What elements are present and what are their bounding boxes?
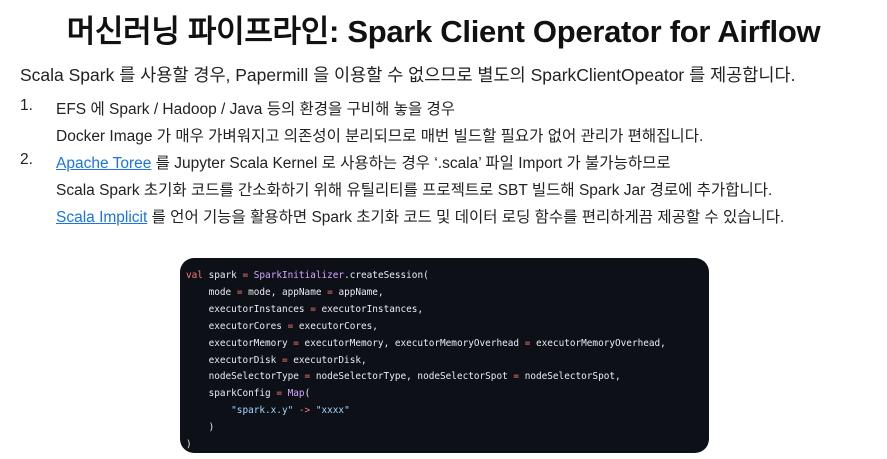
code-token: mode, appName — [242, 286, 328, 298]
code-line: executorCores = executorCores, — [186, 319, 709, 336]
code-token: spark — [202, 270, 243, 281]
code-token: SparkInitializer — [253, 270, 345, 281]
code-token: executorDisk — [186, 354, 282, 366]
list-line: Scala Implicit 를 언어 기능을 활용하면 Spark 초기화 코… — [56, 205, 784, 227]
code-token: .createSession( — [344, 270, 429, 281]
subtitle: Scala Spark 를 사용할 경우, Papermill 을 이용할 수 … — [20, 65, 796, 85]
code-block: val spark = SparkInitializer.createSessi… — [180, 258, 709, 453]
list-number: 1. — [20, 97, 33, 114]
code-line: mode = mode, appName = appName, — [186, 285, 709, 302]
page-title: 머신러닝 파이프라인: Spark Client Operator for Ai… — [66, 14, 821, 49]
code-token: sparkConfig — [186, 388, 277, 400]
list-line-text: 를 언어 기능을 활용하면 Spark 초기화 코드 및 데이터 로딩 함수를 … — [147, 209, 785, 226]
code-token: executorInstances, — [315, 303, 424, 315]
code-token: executorInstances — [186, 303, 311, 315]
code-token: val — [186, 270, 203, 281]
code-token: nodeSelectorSpot, — [519, 371, 621, 383]
code-token: ) — [186, 422, 215, 434]
code-token: "spark.x.y" — [231, 405, 294, 417]
code-token: appName, — [332, 286, 384, 298]
code-line: nodeSelectorType = nodeSelectorType, nod… — [186, 369, 709, 386]
code-line: executorDisk = executorDisk, — [186, 353, 709, 370]
scala-implicit-link[interactable]: Scala Implicit — [56, 209, 147, 226]
code-token: executorCores — [186, 320, 288, 332]
code-line: "spark.x.y" -> "xxxx" — [186, 403, 709, 420]
code-token: executorDisk, — [287, 354, 367, 366]
list-line: EFS 에 Spark / Hadoop / Java 등의 환경을 구비해 놓… — [56, 101, 456, 118]
code-line: sparkConfig = Map( — [186, 386, 709, 403]
list-line: Apache Toree 를 Jupyter Scala Kernel 로 사용… — [56, 151, 671, 173]
list-line: Docker Image 가 매우 가벼워지고 의존성이 분리되므로 매번 빌드… — [56, 128, 704, 145]
code-token: ( — [304, 388, 311, 400]
code-token: nodeSelectorType, nodeSelectorSpot — [310, 371, 514, 383]
code-token: executorMemory, executorMemoryOverhead — [298, 337, 525, 349]
code-token: executorMemory — [186, 337, 294, 349]
list-line-text: 를 Jupyter Scala Kernel 로 사용하는 경우 ‘.scala… — [151, 155, 671, 172]
code-token: executorMemoryOverhead, — [530, 337, 666, 349]
list-line: Scala Spark 초기화 코드를 간소화하기 위해 유틸리티를 프로젝트로… — [56, 182, 773, 199]
code-token: -> — [298, 405, 311, 417]
code-line: executorInstances = executorInstances, — [186, 302, 709, 319]
list-number: 2. — [20, 151, 33, 168]
code-line: ) — [186, 420, 709, 437]
code-token: executorCores, — [293, 320, 378, 332]
code-token: nodeSelectorType — [186, 371, 305, 383]
code-token: Map — [287, 388, 305, 400]
code-token: ) — [186, 439, 192, 451]
code-token: "xxxx" — [315, 405, 350, 417]
code-line: val spark = SparkInitializer.createSessi… — [186, 268, 709, 285]
code-token: mode — [186, 286, 237, 298]
code-line: executorMemory = executorMemory, executo… — [186, 336, 709, 353]
code-line: ) — [186, 437, 709, 454]
apache-toree-link[interactable]: Apache Toree — [56, 155, 151, 172]
